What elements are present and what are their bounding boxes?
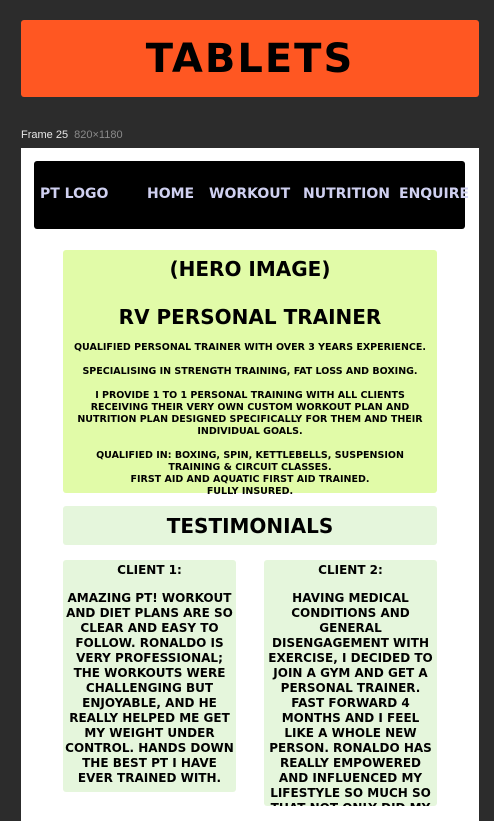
client-2-text: HAVING MEDICAL CONDITIONS AND GENERAL DI…: [268, 591, 433, 806]
nav-item-nutrition[interactable]: NUTRITION: [303, 186, 390, 202]
navbar: PT LOGO HOME WORKOUT NUTRITION ENQUIRE: [34, 161, 469, 229]
banner-title: TABLETS: [145, 35, 355, 82]
frame-size: 820×1180: [74, 129, 123, 141]
nav-item-workout[interactable]: WORKOUT: [209, 186, 290, 202]
frame-label[interactable]: Frame 25 820×1180: [21, 129, 123, 141]
hero-line-insured: FULLY INSURED.: [206, 486, 294, 497]
hero-line-specialising: SPECIALISING IN STRENGTH TRAINING, FAT L…: [82, 366, 418, 377]
hero-line-qualified: QUALIFIED IN: BOXING, SPIN, KETTLEBELLS,…: [96, 450, 404, 473]
tablets-banner: TABLETS: [21, 20, 479, 97]
client-1-text: AMAZING PT! WORKOUT AND DIET PLANS ARE S…: [65, 591, 234, 785]
hero-description: QUALIFIED PERSONAL TRAINER WITH OVER 3 Y…: [71, 342, 429, 498]
nav-logo[interactable]: PT LOGO: [40, 186, 108, 202]
hero-line-training: I PROVIDE 1 TO 1 PERSONAL TRAINING WITH …: [77, 390, 423, 437]
hero-section: (HERO IMAGE) RV PERSONAL TRAINER QUALIFI…: [63, 250, 437, 497]
hero-line-first-aid: FIRST AID AND AQUATIC FIRST AID TRAINED.: [130, 474, 370, 485]
client-2-title: CLIENT 2:: [318, 563, 383, 577]
testimonial-card-client-2: CLIENT 2: HAVING MEDICAL CONDITIONS AND …: [264, 560, 437, 806]
client-1-title: CLIENT 1:: [117, 563, 182, 577]
hero-image-placeholder: (HERO IMAGE): [169, 257, 331, 281]
nav-item-enquire[interactable]: ENQUIRE: [399, 186, 469, 202]
hero-title: RV PERSONAL TRAINER: [118, 305, 382, 329]
nav-item-home[interactable]: HOME: [147, 186, 194, 202]
tablet-frame: PT LOGO HOME WORKOUT NUTRITION ENQUIRE (…: [21, 148, 479, 821]
hero-line-experience: QUALIFIED PERSONAL TRAINER WITH OVER 3 Y…: [73, 342, 426, 353]
testimonial-card-client-1: CLIENT 1: AMAZING PT! WORKOUT AND DIET P…: [63, 560, 236, 792]
frame-name: Frame 25: [21, 129, 69, 141]
testimonials-heading: TESTIMONIALS: [63, 506, 437, 545]
